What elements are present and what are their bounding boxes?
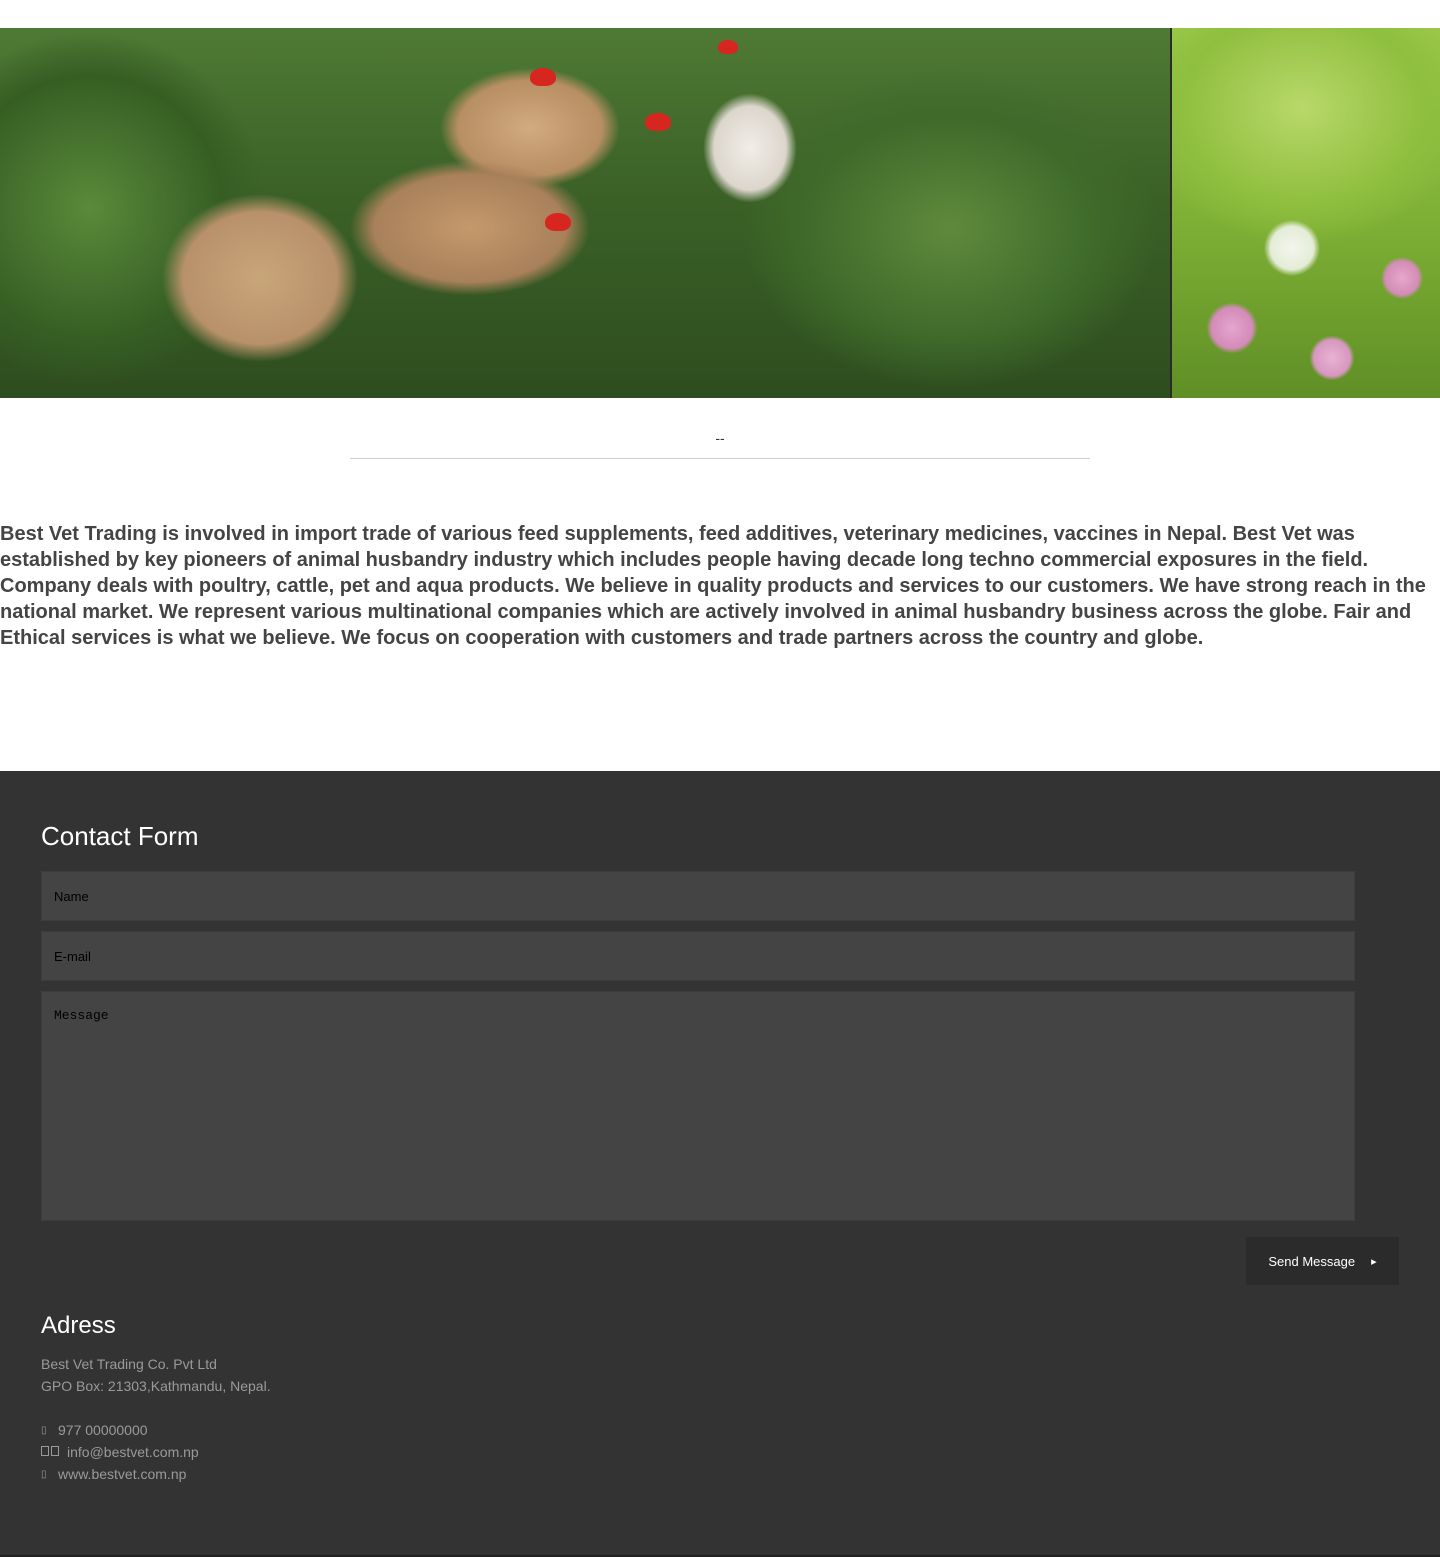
chicken-comb: [545, 213, 571, 231]
phone-number: 977 00000000: [58, 1422, 148, 1438]
about-section: -- Best Vet Trading is involved in impor…: [0, 398, 1440, 651]
po-box: GPO Box: 21303,Kathmandu, Nepal.: [41, 1378, 271, 1394]
top-spacer: [0, 0, 1440, 28]
message-placeholder: Message: [54, 1008, 109, 1023]
chicken-comb: [645, 113, 671, 131]
address-title: Adress: [41, 1312, 116, 1339]
send-message-label: Send Message: [1268, 1253, 1356, 1269]
email-input[interactable]: E-mail: [41, 931, 1355, 981]
hero-image-flowers: [1172, 28, 1440, 398]
horizontal-rule: [350, 458, 1090, 459]
envelope-icon: [41, 1445, 67, 1459]
phone-icon: ▯: [41, 1424, 47, 1436]
hero-image-chickens: [0, 28, 1170, 398]
email-address[interactable]: info@bestvet.com.np: [67, 1444, 199, 1460]
chicken-comb: [718, 40, 738, 54]
name-input[interactable]: Name: [41, 871, 1355, 921]
arrow-right-icon: ▸: [1371, 1255, 1377, 1268]
section-divider-text: --: [715, 430, 725, 446]
name-placeholder: Name: [54, 889, 89, 904]
website-url[interactable]: www.bestvet.com.np: [58, 1466, 186, 1482]
chicken-comb: [530, 68, 556, 86]
message-textarea[interactable]: Message: [41, 991, 1355, 1221]
send-message-button[interactable]: Send Message ▸: [1246, 1237, 1399, 1285]
contact-form-title: Contact Form: [41, 821, 199, 851]
company-name: Best Vet Trading Co. Pvt Ltd: [41, 1356, 217, 1372]
email-placeholder: E-mail: [54, 949, 91, 964]
hero-banner: [0, 28, 1440, 398]
website-row: ▯ www.bestvet.com.np: [41, 1466, 186, 1482]
globe-icon: ▯: [41, 1468, 47, 1480]
email-row: info@bestvet.com.np: [41, 1444, 199, 1460]
about-paragraph: Best Vet Trading is involved in import t…: [0, 523, 1426, 649]
phone-row: ▯ 977 00000000: [41, 1422, 148, 1438]
footer: Contact Form Name E-mail Message Send Me…: [0, 771, 1440, 1555]
